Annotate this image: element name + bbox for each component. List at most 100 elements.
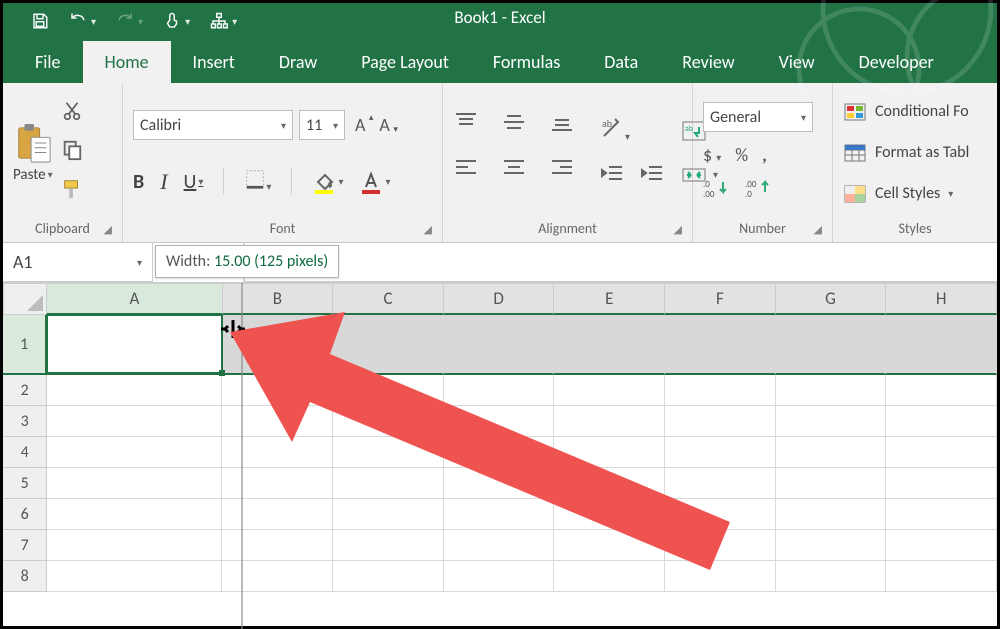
cell[interactable]	[333, 437, 444, 468]
cell[interactable]	[47, 561, 222, 592]
cell[interactable]	[444, 561, 555, 592]
cell[interactable]	[554, 406, 665, 437]
cell[interactable]	[886, 468, 997, 499]
redo-button[interactable]: ▾	[116, 12, 143, 30]
paste-button[interactable]: Paste ▾	[13, 122, 53, 184]
worksheet[interactable]: A B C D E F G H 1 2 3 4 5 6 7	[3, 283, 997, 592]
cell-f1[interactable]	[665, 315, 776, 375]
column-header-f[interactable]: F	[665, 283, 776, 315]
cell[interactable]	[554, 437, 665, 468]
tab-draw[interactable]: Draw	[257, 41, 339, 83]
cell[interactable]	[776, 406, 887, 437]
align-right-icon[interactable]	[549, 157, 583, 195]
comma-format-button[interactable]: ,	[762, 144, 767, 166]
cell[interactable]	[776, 561, 887, 592]
column-header-a[interactable]: A	[47, 283, 222, 315]
cell[interactable]	[665, 468, 776, 499]
cell[interactable]	[776, 530, 887, 561]
italic-button[interactable]: I	[160, 169, 167, 195]
cell-b1[interactable]	[223, 315, 334, 375]
cell[interactable]	[444, 530, 555, 561]
cell[interactable]	[333, 499, 444, 530]
dialog-launcher-icon[interactable]: ◢	[674, 223, 682, 236]
cell[interactable]	[333, 375, 444, 406]
touch-mode-icon[interactable]: ▾	[163, 12, 190, 30]
align-left-icon[interactable]	[453, 157, 487, 195]
accounting-format-button[interactable]: $ ▾	[703, 144, 721, 166]
conditional-formatting-button[interactable]: Conditional Fo	[843, 96, 969, 127]
underline-button[interactable]: U ▾	[184, 170, 204, 194]
cell[interactable]	[47, 468, 222, 499]
tab-file[interactable]: File	[13, 41, 83, 83]
cell[interactable]	[222, 406, 333, 437]
cell[interactable]	[554, 375, 665, 406]
row-header-5[interactable]: 5	[3, 468, 47, 499]
name-box[interactable]: A1▾	[3, 243, 153, 282]
cell[interactable]	[444, 437, 555, 468]
cell[interactable]	[554, 468, 665, 499]
cell[interactable]	[222, 468, 333, 499]
cell[interactable]	[47, 437, 222, 468]
cell[interactable]	[665, 437, 776, 468]
copy-icon[interactable]	[61, 139, 83, 166]
cell[interactable]	[886, 375, 997, 406]
cell[interactable]	[47, 375, 222, 406]
cell-h1[interactable]	[886, 315, 997, 375]
cell-d1[interactable]	[444, 315, 555, 375]
grow-font-icon[interactable]: A	[351, 114, 369, 136]
cell[interactable]	[333, 406, 444, 437]
align-top-icon[interactable]	[453, 111, 487, 149]
column-header-e[interactable]: E	[554, 283, 665, 315]
cell-e1[interactable]	[554, 315, 665, 375]
cell[interactable]	[665, 530, 776, 561]
tab-formulas[interactable]: Formulas	[471, 41, 582, 83]
cell-g1[interactable]	[776, 315, 887, 375]
column-header-d[interactable]: D	[444, 283, 555, 315]
column-header-h[interactable]: H	[886, 283, 997, 315]
cell[interactable]	[222, 437, 333, 468]
cell[interactable]	[776, 375, 887, 406]
format-painter-icon[interactable]	[61, 178, 83, 205]
row-header-1[interactable]: 1	[3, 315, 47, 375]
cell[interactable]	[886, 561, 997, 592]
font-name-select[interactable]: Calibri▾	[133, 110, 293, 140]
increase-indent-icon[interactable]	[639, 163, 665, 190]
cut-icon[interactable]	[61, 100, 83, 127]
align-center-icon[interactable]	[501, 157, 535, 195]
row-header-4[interactable]: 4	[3, 437, 47, 468]
row-header-8[interactable]: 8	[3, 561, 47, 592]
cell[interactable]	[444, 499, 555, 530]
dialog-launcher-icon[interactable]: ◢	[104, 223, 112, 236]
cell[interactable]	[222, 375, 333, 406]
cell[interactable]	[444, 406, 555, 437]
format-as-table-button[interactable]: Format as Tabl	[843, 137, 969, 168]
tab-data[interactable]: Data	[582, 41, 660, 83]
column-header-b[interactable]: B	[223, 283, 334, 315]
cell[interactable]	[554, 499, 665, 530]
column-header-c[interactable]: C	[333, 283, 444, 315]
cell[interactable]	[886, 530, 997, 561]
row-header-2[interactable]: 2	[3, 375, 47, 406]
cell[interactable]	[47, 530, 222, 561]
save-icon[interactable]	[31, 12, 49, 30]
row-header-7[interactable]: 7	[3, 530, 47, 561]
cell[interactable]	[222, 499, 333, 530]
bold-button[interactable]: B	[133, 170, 144, 194]
orientation-button[interactable]: ab▾	[599, 116, 665, 145]
cell[interactable]	[665, 406, 776, 437]
cell[interactable]	[665, 499, 776, 530]
column-header-g[interactable]: G	[776, 283, 887, 315]
cell[interactable]	[554, 561, 665, 592]
row-header-3[interactable]: 3	[3, 406, 47, 437]
cell[interactable]	[444, 375, 555, 406]
cell[interactable]	[444, 468, 555, 499]
cell-c1[interactable]	[333, 315, 444, 375]
cell[interactable]	[222, 561, 333, 592]
cell[interactable]	[886, 437, 997, 468]
number-format-select[interactable]: General▾	[703, 102, 813, 132]
shrink-font-icon[interactable]: A	[375, 114, 393, 136]
cell[interactable]	[47, 406, 222, 437]
undo-button[interactable]: ▾	[69, 12, 96, 30]
dialog-launcher-icon[interactable]: ◢	[814, 223, 822, 236]
cell[interactable]	[333, 530, 444, 561]
